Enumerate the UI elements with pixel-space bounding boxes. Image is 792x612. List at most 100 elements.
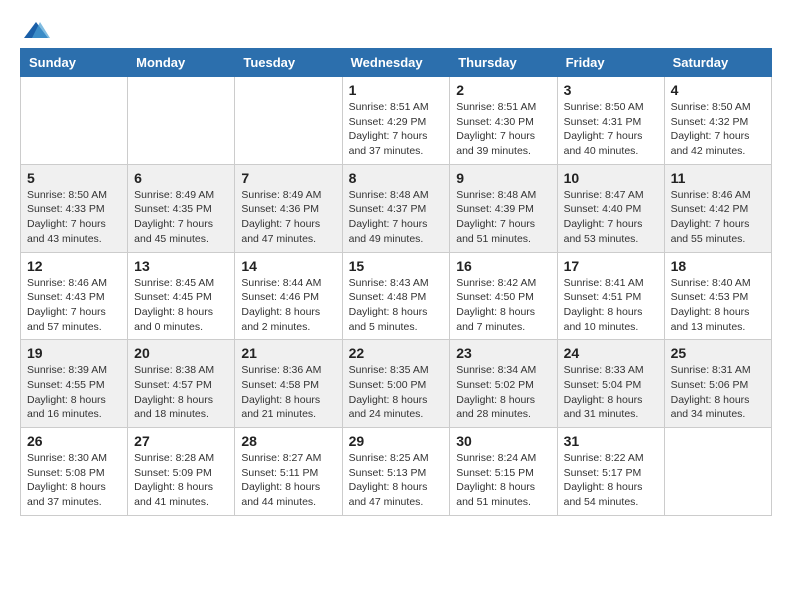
day-number: 24 [564, 345, 658, 361]
day-cell-7: 7 Sunrise: 8:49 AM Sunset: 4:36 PM Daylig… [235, 164, 342, 252]
day-number: 4 [671, 82, 765, 98]
day-cell-24: 24 Sunrise: 8:33 AM Sunset: 5:04 PM Dayli… [557, 340, 664, 428]
day-number: 7 [241, 170, 335, 186]
day-cell-20: 20 Sunrise: 8:38 AM Sunset: 4:57 PM Dayli… [128, 340, 235, 428]
day-number: 21 [241, 345, 335, 361]
day-info: Sunrise: 8:30 AM Sunset: 5:08 PM Dayligh… [27, 451, 121, 510]
day-info: Sunrise: 8:49 AM Sunset: 4:35 PM Dayligh… [134, 188, 228, 247]
day-cell-29: 29 Sunrise: 8:25 AM Sunset: 5:13 PM Dayli… [342, 428, 450, 516]
day-cell-16: 16Sunrise: 8:42 AM Sunset: 4:50 PM Dayli… [450, 252, 557, 340]
day-cell-22: 22 Sunrise: 8:35 AM Sunset: 5:00 PM Dayli… [342, 340, 450, 428]
day-info: Sunrise: 8:50 AM Sunset: 4:33 PM Dayligh… [27, 188, 121, 247]
day-info: Sunrise: 8:50 AM Sunset: 4:32 PM Dayligh… [671, 100, 765, 159]
day-number: 29 [349, 433, 444, 449]
calendar-table: SundayMondayTuesdayWednesdayThursdayFrid… [20, 48, 772, 516]
day-cell-31: 31 Sunrise: 8:22 AM Sunset: 5:17 PM Dayli… [557, 428, 664, 516]
day-info: Sunrise: 8:22 AM Sunset: 5:17 PM Dayligh… [564, 451, 658, 510]
week-row-3: 12 Sunrise: 8:46 AM Sunset: 4:43 PM Dayli… [21, 252, 772, 340]
day-number: 2 [456, 82, 550, 98]
day-number: 6 [134, 170, 228, 186]
day-number: 26 [27, 433, 121, 449]
day-cell-3: 3Sunrise: 8:50 AM Sunset: 4:31 PM Daylig… [557, 77, 664, 165]
column-header-wednesday: Wednesday [342, 49, 450, 77]
day-number: 19 [27, 345, 121, 361]
day-info: Sunrise: 8:33 AM Sunset: 5:04 PM Dayligh… [564, 363, 658, 422]
day-cell-21: 21 Sunrise: 8:36 AM Sunset: 4:58 PM Dayli… [235, 340, 342, 428]
calendar-header: SundayMondayTuesdayWednesdayThursdayFrid… [21, 49, 772, 77]
day-info: Sunrise: 8:48 AM Sunset: 4:37 PM Dayligh… [349, 188, 444, 247]
day-info: Sunrise: 8:43 AM Sunset: 4:48 PM Dayligh… [349, 276, 444, 335]
day-number: 30 [456, 433, 550, 449]
day-cell-4: 4 Sunrise: 8:50 AM Sunset: 4:32 PM Daylig… [664, 77, 771, 165]
day-cell-13: 13 Sunrise: 8:45 AM Sunset: 4:45 PM Dayli… [128, 252, 235, 340]
column-header-friday: Friday [557, 49, 664, 77]
day-number: 17 [564, 258, 658, 274]
day-cell-27: 27Sunrise: 8:28 AM Sunset: 5:09 PM Dayli… [128, 428, 235, 516]
day-info: Sunrise: 8:39 AM Sunset: 4:55 PM Dayligh… [27, 363, 121, 422]
day-cell-17: 17 Sunrise: 8:41 AM Sunset: 4:51 PM Dayli… [557, 252, 664, 340]
day-cell-11: 11 Sunrise: 8:46 AM Sunset: 4:42 PM Dayli… [664, 164, 771, 252]
day-info: Sunrise: 8:49 AM Sunset: 4:36 PM Dayligh… [241, 188, 335, 247]
day-number: 8 [349, 170, 444, 186]
week-row-4: 19 Sunrise: 8:39 AM Sunset: 4:55 PM Dayli… [21, 340, 772, 428]
week-row-1: 1 Sunrise: 8:51 AM Sunset: 4:29 PM Daylig… [21, 77, 772, 165]
column-header-monday: Monday [128, 49, 235, 77]
day-info: Sunrise: 8:40 AM Sunset: 4:53 PM Dayligh… [671, 276, 765, 335]
day-info: Sunrise: 8:41 AM Sunset: 4:51 PM Dayligh… [564, 276, 658, 335]
day-info: Sunrise: 8:25 AM Sunset: 5:13 PM Dayligh… [349, 451, 444, 510]
day-info: Sunrise: 8:34 AM Sunset: 5:02 PM Dayligh… [456, 363, 550, 422]
day-cell-5: 5 Sunrise: 8:50 AM Sunset: 4:33 PM Daylig… [21, 164, 128, 252]
day-info: Sunrise: 8:51 AM Sunset: 4:29 PM Dayligh… [349, 100, 444, 159]
day-info: Sunrise: 8:46 AM Sunset: 4:42 PM Dayligh… [671, 188, 765, 247]
column-header-sunday: Sunday [21, 49, 128, 77]
page-header [20, 20, 772, 38]
day-cell-14: 14Sunrise: 8:44 AM Sunset: 4:46 PM Dayli… [235, 252, 342, 340]
empty-cell [664, 428, 771, 516]
day-number: 3 [564, 82, 658, 98]
day-number: 11 [671, 170, 765, 186]
header-row: SundayMondayTuesdayWednesdayThursdayFrid… [21, 49, 772, 77]
day-number: 5 [27, 170, 121, 186]
day-number: 9 [456, 170, 550, 186]
day-info: Sunrise: 8:51 AM Sunset: 4:30 PM Dayligh… [456, 100, 550, 159]
column-header-tuesday: Tuesday [235, 49, 342, 77]
day-number: 1 [349, 82, 444, 98]
day-number: 15 [349, 258, 444, 274]
column-header-thursday: Thursday [450, 49, 557, 77]
empty-cell [21, 77, 128, 165]
day-number: 27 [134, 433, 228, 449]
day-info: Sunrise: 8:24 AM Sunset: 5:15 PM Dayligh… [456, 451, 550, 510]
day-cell-2: 2 Sunrise: 8:51 AM Sunset: 4:30 PM Daylig… [450, 77, 557, 165]
day-cell-30: 30 Sunrise: 8:24 AM Sunset: 5:15 PM Dayli… [450, 428, 557, 516]
day-cell-28: 28Sunrise: 8:27 AM Sunset: 5:11 PM Dayli… [235, 428, 342, 516]
logo-icon [22, 20, 50, 42]
day-cell-23: 23 Sunrise: 8:34 AM Sunset: 5:02 PM Dayli… [450, 340, 557, 428]
logo [20, 20, 50, 38]
day-cell-26: 26 Sunrise: 8:30 AM Sunset: 5:08 PM Dayli… [21, 428, 128, 516]
day-info: Sunrise: 8:46 AM Sunset: 4:43 PM Dayligh… [27, 276, 121, 335]
day-cell-15: 15 Sunrise: 8:43 AM Sunset: 4:48 PM Dayli… [342, 252, 450, 340]
day-info: Sunrise: 8:47 AM Sunset: 4:40 PM Dayligh… [564, 188, 658, 247]
empty-cell [128, 77, 235, 165]
day-number: 12 [27, 258, 121, 274]
day-cell-18: 18 Sunrise: 8:40 AM Sunset: 4:53 PM Dayli… [664, 252, 771, 340]
day-info: Sunrise: 8:36 AM Sunset: 4:58 PM Dayligh… [241, 363, 335, 422]
day-number: 14 [241, 258, 335, 274]
day-info: Sunrise: 8:45 AM Sunset: 4:45 PM Dayligh… [134, 276, 228, 335]
day-number: 23 [456, 345, 550, 361]
week-row-2: 5 Sunrise: 8:50 AM Sunset: 4:33 PM Daylig… [21, 164, 772, 252]
day-cell-25: 25Sunrise: 8:31 AM Sunset: 5:06 PM Dayli… [664, 340, 771, 428]
week-row-5: 26 Sunrise: 8:30 AM Sunset: 5:08 PM Dayli… [21, 428, 772, 516]
day-info: Sunrise: 8:48 AM Sunset: 4:39 PM Dayligh… [456, 188, 550, 247]
day-info: Sunrise: 8:35 AM Sunset: 5:00 PM Dayligh… [349, 363, 444, 422]
day-number: 25 [671, 345, 765, 361]
day-info: Sunrise: 8:27 AM Sunset: 5:11 PM Dayligh… [241, 451, 335, 510]
day-cell-19: 19 Sunrise: 8:39 AM Sunset: 4:55 PM Dayli… [21, 340, 128, 428]
day-info: Sunrise: 8:38 AM Sunset: 4:57 PM Dayligh… [134, 363, 228, 422]
day-number: 22 [349, 345, 444, 361]
day-number: 20 [134, 345, 228, 361]
calendar-body: 1 Sunrise: 8:51 AM Sunset: 4:29 PM Daylig… [21, 77, 772, 516]
day-number: 18 [671, 258, 765, 274]
day-number: 31 [564, 433, 658, 449]
day-number: 13 [134, 258, 228, 274]
